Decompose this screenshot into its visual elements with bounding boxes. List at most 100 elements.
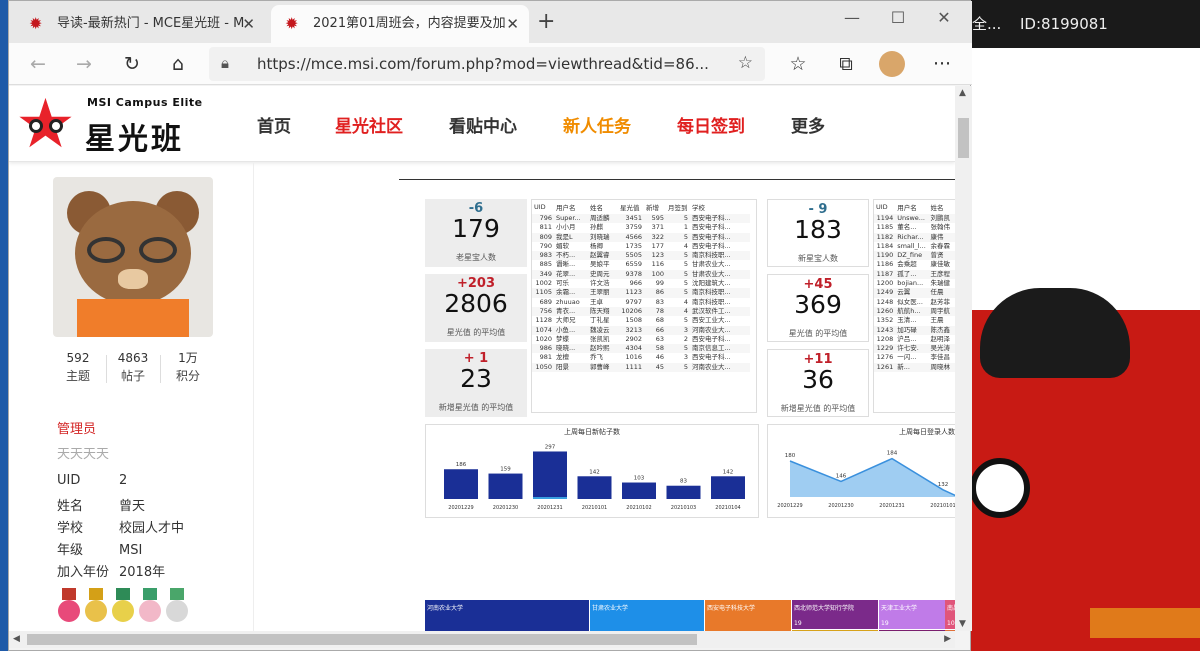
horizontal-scrollbar[interactable]: ◀ ▶ — [9, 631, 955, 648]
table-cell: 王翠丽 — [588, 288, 618, 298]
navigation-toolbar: ← → ↻ ⌂ 🔒︎ https://mce.msi.com/forum.php… — [9, 43, 972, 85]
table-cell: 5 — [666, 251, 690, 261]
table-header[interactable]: 星光值 — [618, 200, 644, 214]
tab-bar: ✹ 导读-最新热门 - MCE星光班 - M ✕ ✹ 2021第01周班会，内容… — [9, 1, 972, 43]
scroll-right-icon[interactable]: ▶ — [944, 634, 951, 644]
nav-more[interactable]: 更多 — [791, 112, 825, 137]
medal-icon[interactable] — [138, 588, 162, 622]
table-cell: 4 — [683, 241, 688, 250]
data-label: 297 — [545, 444, 556, 450]
treemap-node[interactable]: 甘肃农业大学51 — [590, 600, 704, 631]
treemap-node-label: 甘肃农业大学 — [592, 605, 629, 612]
home-icon[interactable]: ⌂ — [163, 51, 193, 77]
table-cell: 史周元 — [588, 269, 618, 280]
treemap-node[interactable]: 西安电子科技大学39 — [705, 600, 791, 631]
tab-meeting-thread[interactable]: ✹ 2021第01周班会，内容提要及加 ✕ — [271, 5, 529, 43]
nav-post-center[interactable]: 看贴中心 — [449, 112, 517, 137]
forward-icon[interactable]: → — [69, 51, 99, 77]
table-header[interactable]: 用户名 — [895, 200, 928, 214]
close-tab-icon[interactable]: ✕ — [506, 5, 519, 43]
table-cell: 809 — [532, 232, 554, 242]
treemap-node[interactable]: 河南农业大学73 — [425, 600, 589, 631]
table-cell: 1249 — [874, 288, 896, 298]
scroll-down-icon[interactable]: ▼ — [959, 619, 966, 629]
table-cell: 5 — [666, 214, 690, 224]
logo-star-icon[interactable]: ★ — [15, 91, 77, 159]
bear-nose — [118, 269, 148, 289]
nav-daily-checkin[interactable]: 每日签到 — [677, 112, 745, 137]
url-text[interactable]: https://mce.msi.com/forum.php?mod=viewth… — [257, 47, 709, 81]
refresh-icon[interactable]: ↻ — [117, 51, 147, 77]
table-cell: 5 — [666, 344, 690, 354]
medal-icon[interactable] — [57, 588, 81, 622]
table-cell: 大师兄 — [556, 316, 576, 325]
back-icon[interactable]: ← — [23, 51, 53, 77]
collections-icon[interactable]: ⧉ — [831, 51, 861, 77]
table-header[interactable]: 月签到 — [666, 200, 690, 214]
table-cell: 1074 — [532, 325, 554, 335]
new-tab-button[interactable]: + — [537, 9, 555, 34]
table-header[interactable]: 姓名 — [588, 200, 618, 214]
table-cell: 余霜... — [554, 288, 588, 298]
treemap-node[interactable]: 天津工业大学 19 — [879, 600, 955, 629]
table-cell: 1260 — [874, 306, 896, 317]
table-header[interactable]: 新增 — [644, 200, 666, 214]
address-bar[interactable]: 🔒︎ https://mce.msi.com/forum.php?mod=vie… — [209, 47, 765, 81]
stat-posts[interactable]: 4863 帖子 — [108, 349, 158, 385]
vertical-scrollbar[interactable]: ▲ ▼ — [955, 86, 972, 631]
logo-eye-icon — [29, 119, 43, 133]
scroll-left-icon[interactable]: ◀ — [13, 634, 20, 644]
favorites-icon[interactable]: ☆ — [783, 51, 813, 77]
tab-forum-home[interactable]: ✹ 导读-最新热门 - MCE星光班 - M ✕ — [15, 5, 265, 43]
table-row: 1200 bojian... 朱瑞健 — [874, 279, 955, 288]
maximize-button[interactable]: ☐ — [875, 5, 921, 31]
table-cell: 王卓 — [590, 297, 603, 306]
table-row: 885 谮晰... 吴娘平 6559 116 5 甘肃农业大... — [532, 260, 750, 269]
table-cell: 小鱼... — [554, 325, 588, 335]
treemap-node[interactable]: 南昌... 10 — [945, 600, 955, 629]
profile-avatar[interactable] — [879, 51, 905, 77]
stat-points[interactable]: 1万 积分 — [163, 349, 213, 385]
table-cell: 1243 — [874, 325, 896, 335]
nav-newbie-tasks[interactable]: 新人任务 — [563, 112, 631, 137]
table-new-members: UID 用户名 姓名 1194 Unswe... 刘鹏凯 1185 董名... 张翰伟 1182 R… — [873, 199, 955, 413]
medal-icon[interactable] — [84, 588, 108, 622]
close-window-button[interactable]: ✕ — [921, 5, 967, 31]
medal-icon[interactable] — [111, 588, 135, 622]
user-role[interactable]: 管理员 — [57, 418, 96, 437]
mascot-star-icon — [970, 458, 1030, 518]
add-favorite-icon[interactable]: ☆ — [738, 53, 753, 73]
table-row: 1194 Unswe... 刘鹏凯 — [874, 214, 955, 224]
table-cell: 5 — [666, 288, 690, 298]
table-cell: 朱瑞健 — [930, 279, 950, 288]
table-cell: 811 — [539, 223, 552, 232]
scroll-up-icon[interactable]: ▲ — [959, 88, 966, 98]
nav-home[interactable]: 首页 — [257, 112, 291, 137]
table-cell: 58 — [644, 344, 666, 354]
table-row: 1002 可乐 许文浩 966 99 5 沈阳建筑大... — [532, 279, 750, 288]
close-tab-icon[interactable]: ✕ — [242, 5, 255, 43]
horizontal-scroll-thumb[interactable] — [27, 634, 697, 645]
table-header[interactable]: UID — [874, 200, 895, 214]
author-avatar[interactable] — [53, 177, 213, 337]
minimize-button[interactable]: — — [829, 5, 875, 31]
table-cell: 5 — [666, 269, 690, 280]
vertical-scroll-thumb[interactable] — [958, 118, 969, 158]
table-header[interactable]: UID — [532, 200, 554, 214]
tick-label: 20201231 — [537, 505, 562, 511]
more-icon[interactable]: ··· — [927, 51, 957, 77]
medal-icon[interactable] — [165, 588, 189, 622]
table-header[interactable]: 姓名 — [928, 200, 955, 214]
nav-community[interactable]: 星光社区 — [335, 112, 403, 137]
table-cell: 46 — [655, 353, 664, 362]
table-cell: 刘晓瑞 — [588, 232, 618, 242]
treemap-node[interactable]: 西北师范大学知行学院 19 — [792, 600, 878, 629]
background-window-titlebar: 全... ID:8199081 — [970, 0, 1200, 48]
table-cell: 西安电子科... — [692, 353, 731, 362]
stat-topics[interactable]: 592 主题 — [53, 349, 103, 385]
table-cell: 9378 — [618, 269, 644, 280]
table-cell: 9797 — [625, 297, 642, 306]
table-header[interactable]: 学校 — [690, 200, 750, 214]
area-fill — [790, 458, 955, 497]
table-header[interactable]: 用户名 — [554, 200, 588, 214]
